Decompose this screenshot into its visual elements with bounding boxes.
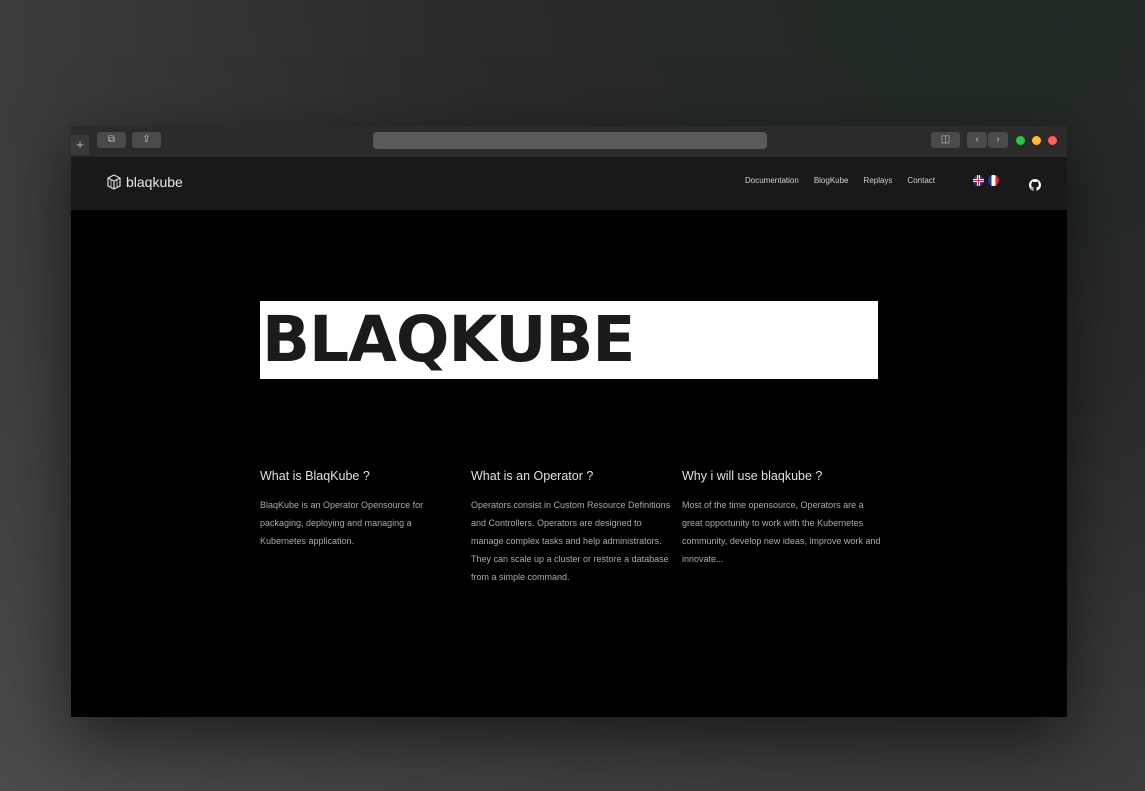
- tabs-overview-button[interactable]: ⧉: [97, 132, 126, 148]
- feature-title: What is an Operator ?: [471, 469, 594, 483]
- feature-title: What is BlaqKube ?: [260, 469, 370, 483]
- nav-link-contact[interactable]: Contact: [907, 176, 935, 185]
- maximize-button[interactable]: [1016, 136, 1025, 145]
- hero-title: BLAQKUBE: [262, 303, 635, 376]
- github-link[interactable]: [1029, 178, 1041, 196]
- cube-logo-icon: [107, 174, 121, 190]
- hero-banner: BLAQKUBE: [260, 301, 878, 379]
- share-button[interactable]: ⇪: [132, 132, 161, 148]
- nav-link-blogkube[interactable]: BlogKube: [814, 176, 849, 185]
- site-logo[interactable]: blaqkube: [107, 174, 183, 190]
- tabs-icon: ⧉: [107, 134, 116, 145]
- back-button[interactable]: ‹: [967, 132, 987, 148]
- browser-toolbar: + ⧉ ⇪ ◫ ‹ ›: [71, 126, 1067, 158]
- logo-text: blaqkube: [126, 174, 183, 190]
- feature-why-use-blaqkube: Why i will use blaqkube ? Most of the ti…: [682, 469, 882, 568]
- feature-title: Why i will use blaqkube ?: [682, 469, 823, 483]
- forward-button[interactable]: ›: [988, 132, 1008, 148]
- feature-what-is-operator: What is an Operator ? Operators consist …: [471, 469, 671, 586]
- uk-flag-icon[interactable]: [973, 175, 984, 186]
- github-icon: [1029, 179, 1041, 191]
- share-icon: ⇪: [142, 134, 151, 145]
- new-tab-button[interactable]: +: [71, 135, 89, 155]
- close-window-button[interactable]: [1048, 136, 1057, 145]
- language-switcher: [973, 175, 999, 186]
- feature-text: Most of the time opensource, Operators a…: [682, 500, 881, 564]
- address-bar[interactable]: [373, 132, 767, 149]
- nav-links: Documentation BlogKube Replays Contact: [745, 176, 935, 185]
- feature-text: Operators consist in Custom Resource Def…: [471, 500, 671, 582]
- minimize-button[interactable]: [1032, 136, 1041, 145]
- back-icon: ‹: [975, 134, 979, 145]
- sidebar-toggle-button[interactable]: ◫: [931, 132, 960, 148]
- forward-icon: ›: [996, 134, 1000, 145]
- nav-link-documentation[interactable]: Documentation: [745, 176, 799, 185]
- site-navbar: blaqkube Documentation BlogKube Replays …: [71, 157, 1067, 210]
- feature-what-is-blaqkube: What is BlaqKube ? BlaqKube is an Operat…: [260, 469, 460, 550]
- browser-window: + ⧉ ⇪ ◫ ‹ › blaqkube Documentation BlogK…: [71, 126, 1067, 717]
- sidebar-icon: ◫: [940, 134, 951, 145]
- nav-link-replays[interactable]: Replays: [864, 176, 893, 185]
- fr-flag-icon[interactable]: [988, 175, 999, 186]
- feature-text: BlaqKube is an Operator Opensource for p…: [260, 500, 424, 546]
